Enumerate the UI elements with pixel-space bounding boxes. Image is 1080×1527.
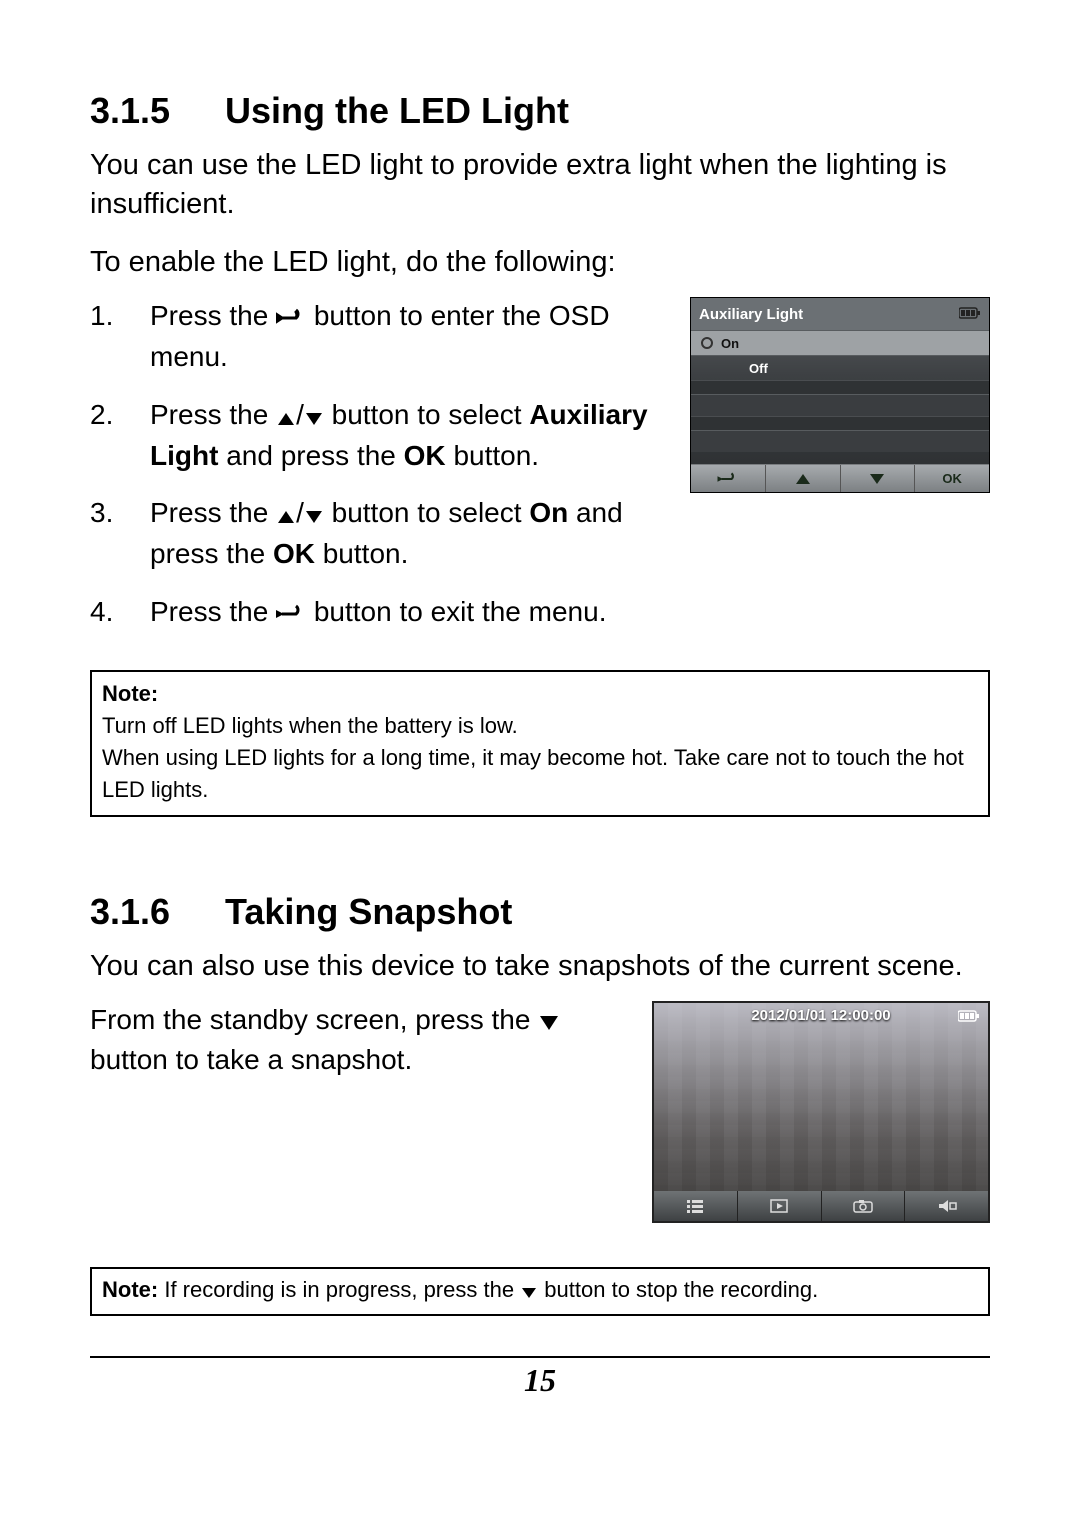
- mute-button[interactable]: [905, 1191, 988, 1221]
- down-triangle-icon: [304, 399, 324, 437]
- aux-button-bar: OK: [691, 464, 989, 492]
- ok-label: OK: [273, 538, 315, 569]
- footer-rule: [90, 1356, 990, 1358]
- battery-icon: [959, 306, 981, 323]
- section2-intro: You can also use this device to take sna…: [90, 947, 990, 986]
- aux-title: Auxiliary Light: [699, 306, 803, 323]
- section2-body: From the standby screen, press the butto…: [90, 1001, 628, 1080]
- aux-ok-button[interactable]: OK: [915, 465, 989, 492]
- ok-label: OK: [404, 440, 446, 471]
- section-heading-316: 3.1.6 Taking Snapshot: [90, 891, 990, 933]
- up-triangle-icon: [276, 497, 296, 535]
- step-3: 3. Press the / button to select On and p…: [90, 494, 666, 573]
- aux-back-button[interactable]: [691, 465, 766, 492]
- aux-option-on[interactable]: On: [691, 330, 989, 355]
- down-triangle-icon: [538, 1004, 560, 1042]
- aux-up-button[interactable]: [766, 465, 841, 492]
- section-number: 3.1.6: [90, 891, 215, 933]
- section-title: Using the LED Light: [225, 90, 569, 131]
- menu-button[interactable]: [654, 1191, 738, 1221]
- section-number: 3.1.5: [90, 90, 215, 132]
- up-triangle-icon: [276, 399, 296, 437]
- aux-option-off[interactable]: Off: [691, 355, 989, 380]
- step-2: 2. Press the / button to select Auxiliar…: [90, 396, 666, 475]
- down-triangle-icon: [520, 1280, 538, 1306]
- step-4: 4. Press the button to exit the menu.: [90, 593, 666, 634]
- section-heading-315: 3.1.5 Using the LED Light: [90, 90, 990, 132]
- snapshot-button-bar: [654, 1191, 988, 1221]
- aux-light-screenshot: Auxiliary Light On Off: [690, 297, 990, 493]
- camera-button[interactable]: [822, 1191, 906, 1221]
- section1-lead: To enable the LED light, do the followin…: [90, 246, 990, 279]
- snapshot-screenshot: 2012/01/01 12:00:00: [652, 1001, 990, 1223]
- return-icon: [276, 596, 306, 634]
- down-triangle-icon: [304, 497, 324, 535]
- radio-icon: [701, 337, 713, 349]
- snapshot-timestamp: 2012/01/01 12:00:00: [654, 1007, 988, 1024]
- section-title: Taking Snapshot: [225, 891, 512, 932]
- steps-list: 1. Press the button to enter the OSD men…: [90, 297, 666, 654]
- page-number: 15: [0, 1362, 1080, 1399]
- section1-intro: You can use the LED light to provide ext…: [90, 146, 990, 224]
- photo-preview: [654, 1003, 988, 1221]
- return-icon: [276, 300, 306, 338]
- battery-icon: [958, 1009, 980, 1027]
- step-1: 1. Press the button to enter the OSD men…: [90, 297, 666, 376]
- aux-down-button[interactable]: [841, 465, 916, 492]
- note-box-315: Note: Turn off LED lights when the batte…: [90, 670, 990, 818]
- aux-header: Auxiliary Light: [691, 298, 989, 330]
- play-button[interactable]: [738, 1191, 822, 1221]
- note-box-316: Note: If recording is in progress, press…: [90, 1267, 990, 1316]
